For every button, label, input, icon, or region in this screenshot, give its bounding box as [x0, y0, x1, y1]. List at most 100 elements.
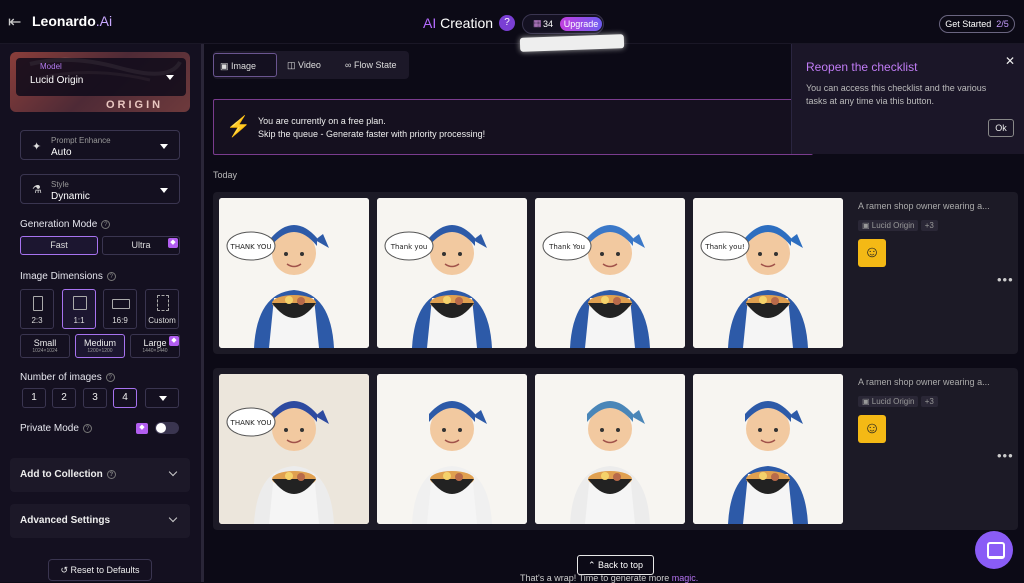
ramen-pork: [771, 473, 779, 481]
generated-image[interactable]: Thank You: [535, 198, 685, 348]
ramen-pork: [297, 297, 305, 305]
user-avatar[interactable]: ☺: [858, 415, 886, 443]
eye: [616, 428, 620, 432]
tab-flow-state[interactable]: ∞ Flow State: [339, 53, 402, 77]
brand-suffix: .Ai: [95, 13, 113, 29]
generation-prompt[interactable]: A ramen shop owner wearing a...: [858, 201, 1008, 211]
sidebar: ORIGIN Model Lucid Origin ✦ Prompt Enhan…: [0, 44, 204, 582]
tab-video[interactable]: ◫ Video: [281, 53, 327, 77]
info-icon[interactable]: ?: [82, 423, 92, 433]
ramen-egg: [285, 296, 293, 304]
ramen-pork: [771, 297, 779, 305]
back-to-top-label: Back to top: [598, 560, 644, 570]
mode-fast-button[interactable]: Fast: [20, 236, 98, 255]
reset-icon: ↺: [60, 565, 68, 575]
brand-name: Leonardo: [32, 13, 96, 29]
info-icon[interactable]: ?: [106, 271, 116, 281]
size-label: Medium: [83, 338, 116, 348]
generated-image[interactable]: [693, 374, 843, 524]
chef-illustration: [535, 374, 685, 524]
eye: [774, 428, 778, 432]
generated-image[interactable]: [377, 374, 527, 524]
ok-button[interactable]: Ok: [988, 119, 1014, 137]
speech-text: THANK YOU: [230, 419, 272, 427]
chef-illustration: [377, 374, 527, 524]
size-small-button[interactable]: Small 1024×1024: [20, 334, 70, 358]
generation-prompt[interactable]: A ramen shop owner wearing a...: [858, 377, 1008, 387]
num-images-more[interactable]: [145, 388, 179, 408]
portrait-icon: [33, 296, 43, 311]
chef-illustration: Thank You: [535, 198, 685, 348]
info-icon[interactable]: ?: [101, 219, 111, 229]
chevron-down-icon: [159, 396, 167, 401]
get-started-button[interactable]: Get Started 2/5: [939, 15, 1015, 33]
speech-text: Thank you!: [704, 243, 744, 251]
model-chip-label: Lucid Origin: [871, 221, 915, 230]
model-card-text: ORIGIN: [106, 99, 164, 111]
get-started-label: Get Started: [945, 19, 992, 29]
model-select[interactable]: Model Lucid Origin: [16, 58, 186, 96]
style-select[interactable]: ⚗ Style Dynamic: [20, 174, 180, 204]
media-tabs: ▣ Image ◫ Video ∞ Flow State: [213, 51, 409, 79]
private-mode-toggle[interactable]: [155, 422, 179, 434]
generated-image[interactable]: Thank you: [377, 198, 527, 348]
premium-gem-icon: ◆: [136, 423, 148, 434]
add-to-collection-accordion[interactable]: Add to Collection?: [10, 458, 190, 492]
aspect-1-1-button[interactable]: 1:1: [62, 289, 96, 329]
user-avatar[interactable]: ☺: [858, 239, 886, 267]
token-balance[interactable]: ▦ 34 Upgrade: [522, 14, 604, 34]
back-arrow-icon[interactable]: ⇤: [8, 12, 21, 32]
more-options-icon[interactable]: •••: [997, 272, 1014, 287]
eye: [284, 428, 288, 432]
help-icon[interactable]: ?: [499, 15, 515, 31]
eye: [600, 252, 604, 256]
free-plan-banner[interactable]: ⚡ You are currently on a free plan. Skip…: [213, 99, 813, 155]
brand-logo[interactable]: Leonardo.Ai: [32, 13, 112, 29]
chat-support-button[interactable]: [975, 531, 1013, 569]
num-images-1[interactable]: 1: [22, 388, 46, 408]
chevron-down-icon: [168, 513, 178, 523]
info-icon[interactable]: ?: [106, 469, 116, 479]
aspect-custom-button[interactable]: Custom: [145, 289, 179, 329]
back-to-top-button[interactable]: ⌃ Back to top: [577, 555, 654, 575]
extra-chip: +3: [920, 220, 938, 231]
size-medium-button[interactable]: Medium 1200×1200: [75, 334, 125, 358]
aspect-2-3-button[interactable]: 2:3: [20, 289, 54, 329]
style-label: Style: [51, 180, 69, 189]
generation-model-tag: ▣ Lucid Origin +3: [858, 220, 938, 231]
tab-image[interactable]: ▣ Image: [213, 53, 277, 77]
aspect-16-9-button[interactable]: 16:9: [103, 289, 137, 329]
speech-text: Thank you: [390, 243, 428, 251]
date-group-heading: Today: [213, 170, 238, 180]
extra-chip: +3: [920, 396, 938, 407]
generated-image[interactable]: [535, 374, 685, 524]
get-started-progress: 2/5: [996, 19, 1009, 29]
model-value: Lucid Origin: [30, 75, 84, 86]
generated-image[interactable]: Thank you!: [693, 198, 843, 348]
generated-image[interactable]: THANK YOU: [219, 198, 369, 348]
eye: [284, 252, 288, 256]
ramen-egg: [601, 472, 609, 480]
chevron-up-icon: ⌃: [587, 560, 596, 570]
model-chip: ▣ Lucid Origin: [858, 396, 919, 407]
generated-image[interactable]: THANK YOU: [219, 374, 369, 524]
num-images-2[interactable]: 2: [52, 388, 76, 408]
reset-to-defaults-button[interactable]: ↺ Reset to Defaults: [48, 559, 152, 581]
close-icon[interactable]: ✕: [1005, 54, 1015, 68]
banner-line-1: You are currently on a free plan.: [258, 116, 386, 126]
upgrade-button[interactable]: Upgrade: [560, 17, 602, 31]
title-text: Creation: [436, 15, 494, 31]
advanced-settings-accordion[interactable]: Advanced Settings: [10, 504, 190, 538]
model-card[interactable]: ORIGIN Model Lucid Origin: [10, 52, 190, 112]
num-images-3[interactable]: 3: [83, 388, 107, 408]
info-icon[interactable]: ?: [105, 372, 115, 382]
prompt-enhance-select[interactable]: ✦ Prompt Enhance Auto: [20, 130, 180, 160]
chef-illustration: THANK YOU: [219, 198, 369, 348]
premium-gem-icon: ◆: [168, 238, 178, 248]
title-prefix: AI: [423, 15, 437, 31]
token-count: 34: [543, 19, 554, 29]
num-images-4[interactable]: 4: [113, 388, 137, 408]
more-options-icon[interactable]: •••: [997, 448, 1014, 463]
checklist-popup: Reopen the checklist ✕ You can access th…: [791, 44, 1024, 154]
image-icon: ▣: [220, 61, 229, 71]
